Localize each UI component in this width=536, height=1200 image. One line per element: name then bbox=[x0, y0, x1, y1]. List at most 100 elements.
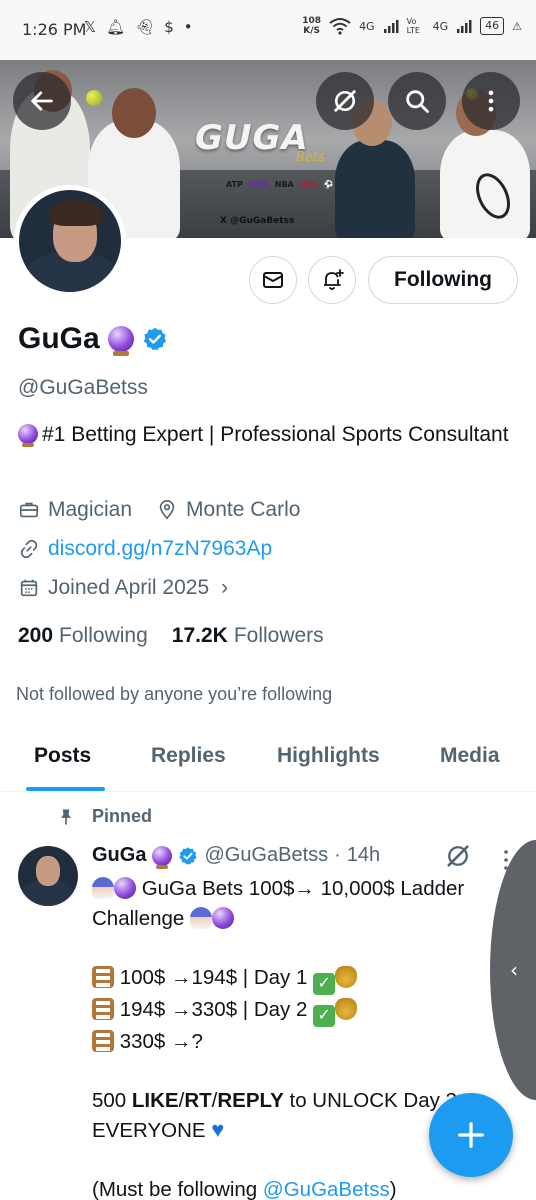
calendar-icon bbox=[20, 579, 38, 597]
wifi-icon bbox=[329, 18, 351, 35]
follow-counts: 200 Following 17.2K Followers bbox=[18, 624, 324, 648]
profile-bio: #1 Betting Expert | Professional Sports … bbox=[18, 420, 518, 450]
more-vertical-icon bbox=[488, 90, 494, 112]
following-count-link[interactable]: 200 Following bbox=[18, 624, 148, 648]
briefcase-icon bbox=[19, 502, 39, 518]
pinned-label-row: Pinned bbox=[56, 806, 152, 827]
banner-handle: X @GuGaBetss bbox=[220, 216, 295, 226]
verified-badge-icon[interactable] bbox=[178, 846, 198, 866]
grok-icon[interactable] bbox=[444, 842, 472, 870]
tennis-ball bbox=[86, 90, 102, 106]
pin-icon bbox=[61, 809, 71, 824]
wizard-emoji-icon bbox=[190, 906, 213, 929]
back-button[interactable] bbox=[13, 72, 71, 130]
profile-website-link[interactable]: discord.gg/n7zN7963Ap bbox=[48, 537, 272, 561]
joined-date: Joined April 2025 bbox=[48, 576, 210, 599]
post-separator: · bbox=[334, 844, 341, 866]
following-label: Following bbox=[59, 624, 148, 647]
back-arrow-icon bbox=[31, 91, 53, 111]
like-text: LIKE bbox=[131, 1088, 179, 1112]
following-count: 200 bbox=[18, 624, 54, 647]
followers-count: 17.2K bbox=[171, 624, 228, 647]
notifications-button[interactable] bbox=[308, 256, 356, 304]
pinned-label: Pinned bbox=[92, 806, 153, 826]
mail-icon bbox=[263, 272, 283, 288]
volte-label: Vo LTE bbox=[406, 17, 420, 35]
tab-posts[interactable]: Posts bbox=[34, 744, 91, 768]
banner-player-2-head bbox=[112, 88, 156, 138]
post-mention-link[interactable]: @GuGaBetss bbox=[263, 1178, 390, 1200]
avatar-face bbox=[36, 856, 60, 886]
league-logo: ATP bbox=[226, 180, 243, 189]
bell-plus-icon bbox=[324, 269, 344, 290]
active-tab-indicator bbox=[26, 787, 105, 791]
following-button[interactable]: Following bbox=[368, 256, 518, 304]
league-logo: NBA bbox=[274, 180, 294, 189]
tab-highlights[interactable]: Highlights bbox=[277, 744, 380, 768]
crystal-ball-emoji-icon bbox=[212, 906, 235, 929]
signal-bars-icon bbox=[383, 20, 399, 33]
chevron-right-icon: › bbox=[221, 576, 229, 599]
crystal-ball-emoji-icon bbox=[107, 326, 134, 356]
dollar-app-icon: $ bbox=[164, 18, 174, 36]
location: Monte Carlo bbox=[186, 498, 301, 521]
plus-icon bbox=[458, 1122, 484, 1148]
post-day-2: 194$ →330$ | Day 2 bbox=[114, 997, 314, 1021]
profile-tabs: Posts Replies Highlights Media bbox=[0, 730, 536, 792]
banner-player-3 bbox=[335, 140, 415, 238]
more-options-button[interactable] bbox=[462, 72, 520, 130]
banner-league-logos: ATP WTA NBA UFC ⚽ bbox=[226, 180, 334, 189]
profile-avatar[interactable] bbox=[14, 185, 126, 297]
search-button[interactable] bbox=[388, 72, 446, 130]
post-author-avatar[interactable] bbox=[18, 846, 78, 906]
search-icon bbox=[406, 90, 429, 113]
post-line-1: GuGa Bets 100$→ 10,000$ Ladder Challenge bbox=[92, 877, 465, 930]
check-mark-emoji-icon: ✓ bbox=[313, 972, 336, 995]
followers-label: Followers bbox=[233, 624, 324, 647]
grok-button[interactable] bbox=[316, 72, 374, 130]
tab-media[interactable]: Media bbox=[440, 744, 500, 768]
display-name: GuGa bbox=[18, 322, 100, 355]
must-follow-post: ) bbox=[389, 1178, 397, 1200]
message-button[interactable] bbox=[249, 256, 297, 304]
blue-heart-emoji-icon: ♥ bbox=[211, 1117, 225, 1142]
league-logo: WTA bbox=[248, 180, 269, 189]
post-author-name[interactable]: GuGa bbox=[92, 844, 146, 867]
status-bar: 1:26 PM 𝕏 🔔︎ 👻︎ $ • 108 K/S 4G Vo LTE 4G… bbox=[0, 0, 536, 60]
post-day-3: 330$ →? bbox=[114, 1029, 203, 1053]
battery-indicator: 46 bbox=[480, 17, 505, 35]
profile-joined-row[interactable]: Joined April 2025 › bbox=[18, 576, 228, 600]
crystal-ball-emoji-icon bbox=[152, 845, 173, 869]
ladder-emoji-icon bbox=[92, 965, 114, 988]
signal-1: 4G bbox=[359, 19, 375, 33]
profile-link-row: discord.gg/n7zN7963Ap bbox=[18, 537, 272, 561]
banner-logo: GUGA bbox=[195, 118, 309, 158]
profile-meta-row: Magician Monte Carlo bbox=[18, 498, 300, 522]
ladder-emoji-icon bbox=[92, 997, 114, 1020]
verified-badge-icon[interactable] bbox=[142, 326, 168, 352]
signal-bars-icon-2 bbox=[457, 20, 472, 33]
snapchat-icon: 👻︎ bbox=[135, 18, 155, 36]
status-left-icons: 𝕏 🔔︎ 👻︎ $ • bbox=[84, 18, 193, 36]
tab-replies[interactable]: Replies bbox=[151, 744, 226, 768]
speed-value: 108 bbox=[302, 16, 322, 26]
post-author-handle[interactable]: @GuGaBetss bbox=[204, 844, 328, 867]
unlock-pre: 500 bbox=[92, 1088, 132, 1112]
mutual-followers-note: Not followed by anyone you’re following bbox=[16, 684, 333, 704]
ladder-emoji-icon bbox=[92, 1029, 114, 1052]
league-logo: ⚽ bbox=[323, 180, 334, 189]
reply-text: REPLY bbox=[217, 1088, 284, 1112]
dot-icon: • bbox=[183, 18, 193, 36]
profile-handle: @GuGaBetss bbox=[18, 376, 148, 399]
wizard-emoji-icon bbox=[92, 877, 114, 899]
post-time[interactable]: 14h bbox=[347, 844, 380, 867]
status-right-icons: 108 K/S 4G Vo LTE 4G 46 ⚠︎ bbox=[302, 16, 522, 36]
speed-unit: K/S bbox=[303, 26, 321, 36]
rt-text: RT bbox=[184, 1088, 212, 1112]
followers-count-link[interactable]: 17.2K Followers bbox=[172, 624, 324, 648]
chevron-left-icon: ‹ bbox=[510, 958, 518, 982]
compose-post-button[interactable] bbox=[429, 1093, 513, 1177]
post-day-1: 100$ →194$ | Day 1 bbox=[114, 965, 314, 989]
league-logo: UFC bbox=[299, 180, 318, 189]
bio-text: #1 Betting Expert | Professional Sports … bbox=[42, 423, 509, 446]
